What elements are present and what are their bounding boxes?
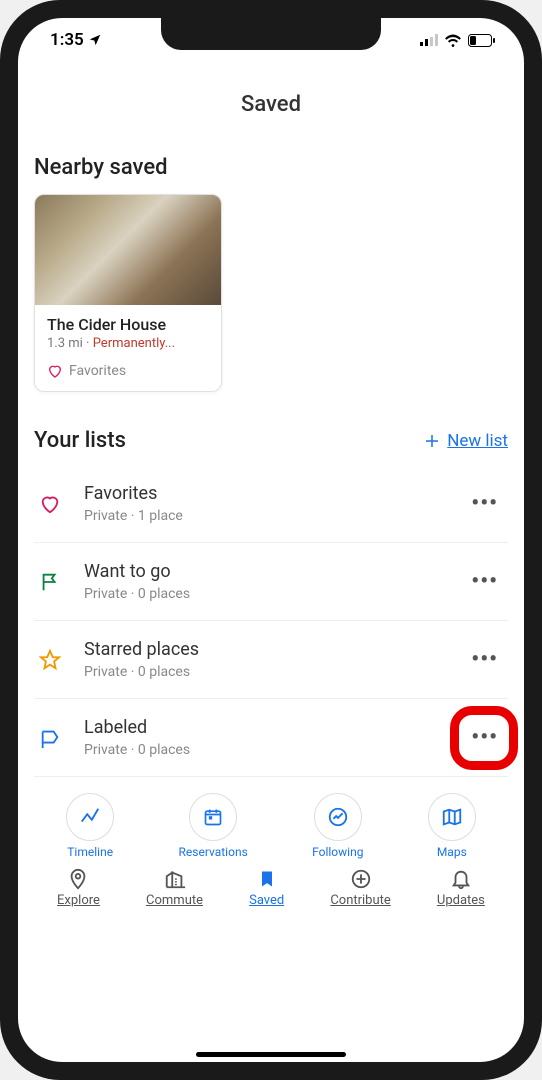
more-button[interactable]: ••• [465,719,504,756]
phone-frame: 1:35 Saved Nearby saved The Cider House … [0,0,542,1080]
list-row-favorites[interactable]: Favorites Private · 1 place ••• [34,465,508,543]
list-row-starred[interactable]: Starred places Private · 0 places ••• [34,621,508,699]
flag-icon [38,571,62,593]
bottom-nav: Explore Commute Saved Contribute Updates [34,859,508,920]
list-title: Starred places [84,639,443,660]
screen: 1:35 Saved Nearby saved The Cider House … [18,18,524,1062]
nav-contribute[interactable]: Contribute [330,867,391,908]
nav-updates[interactable]: Updates [437,867,485,908]
buildings-icon [163,868,187,890]
chip-following[interactable]: Following [312,793,363,859]
list-row-labeled[interactable]: Labeled Private · 0 places ••• [34,699,508,777]
battery-icon [468,34,496,47]
more-button[interactable]: ••• [465,485,504,522]
new-list-button[interactable]: New list [423,431,508,451]
map-icon [441,806,463,828]
wifi-icon [444,34,462,47]
page-title: Saved [34,62,508,147]
card-list-tag: Favorites [47,363,209,379]
list-row-want-to-go[interactable]: Want to go Private · 0 places ••• [34,543,508,621]
more-button[interactable]: ••• [465,641,504,678]
list-title: Favorites [84,483,443,504]
chip-reservations[interactable]: Reservations [179,793,248,859]
card-meta: 1.3 mi · Permanently... [47,336,209,351]
card-image [35,195,221,305]
bookmark-icon [257,868,277,890]
calendar-icon [203,807,223,827]
list-title: Labeled [84,717,443,738]
nav-explore[interactable]: Explore [57,867,100,908]
label-icon [38,727,62,749]
plus-icon [423,432,441,450]
nav-saved[interactable]: Saved [249,867,284,908]
cellular-icon [420,34,438,46]
heart-icon [47,363,63,379]
chip-maps[interactable]: Maps [428,793,476,859]
location-arrow-icon [88,33,102,47]
card-title: The Cider House [47,315,209,334]
star-icon [38,649,62,671]
more-button[interactable]: ••• [465,563,504,600]
pin-icon [67,868,89,890]
list-subtitle: Private · 0 places [84,742,443,758]
list-subtitle: Private · 1 place [84,508,443,524]
status-time: 1:35 [50,30,84,50]
nearby-heading: Nearby saved [34,147,508,194]
home-indicator[interactable] [196,1052,346,1057]
list-title: Want to go [84,561,443,582]
list-subtitle: Private · 0 places [84,586,443,602]
notch [161,18,381,50]
chip-timeline[interactable]: Timeline [66,793,114,859]
plus-circle-icon [350,868,372,890]
nav-commute[interactable]: Commute [146,867,203,908]
heart-icon [38,493,62,515]
lists-heading: Your lists [34,428,126,453]
bell-icon [450,868,472,890]
nearby-card[interactable]: The Cider House 1.3 mi · Permanently... … [34,194,222,392]
timeline-icon [79,806,101,828]
chip-row: Timeline Reservations Following Maps [34,777,508,859]
trend-icon [327,806,349,828]
list-subtitle: Private · 0 places [84,664,443,680]
